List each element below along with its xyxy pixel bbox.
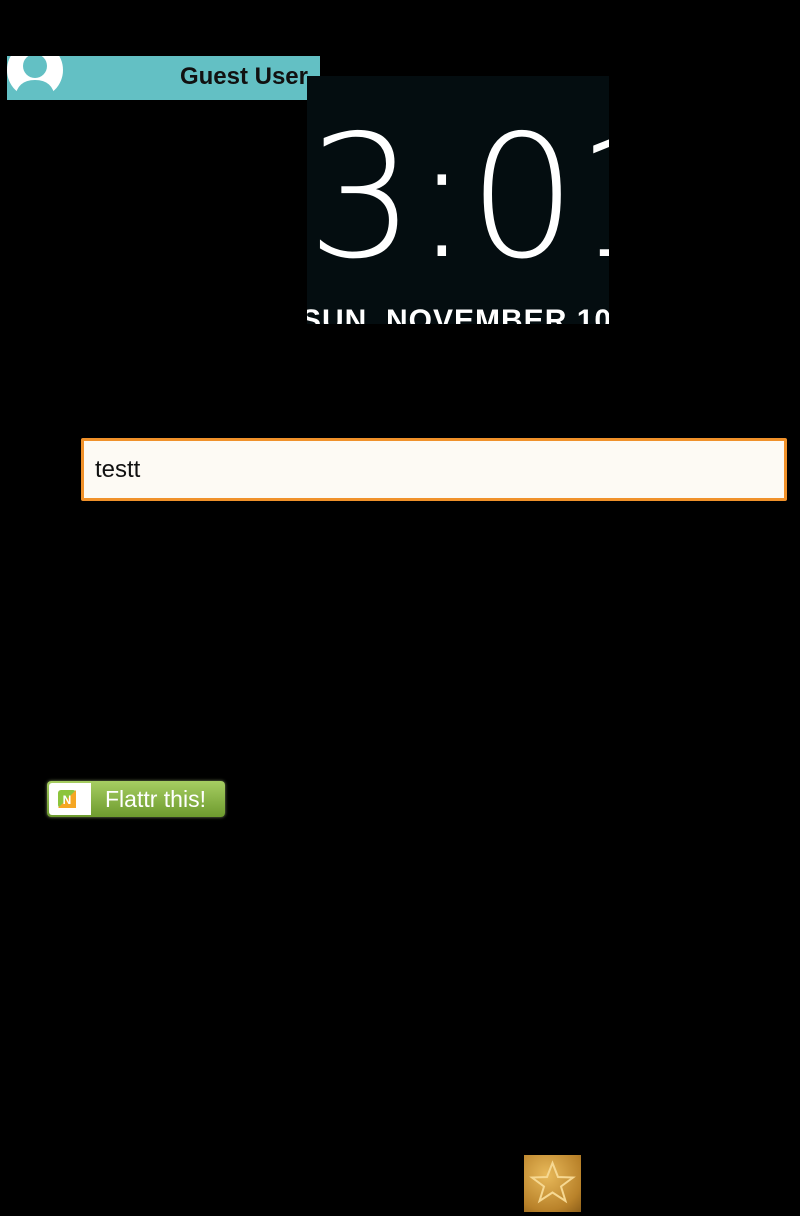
flattr-button[interactable]: N Flattr this! [47,781,225,817]
flattr-label: Flattr this! [105,786,206,812]
user-switcher[interactable]: Guest User [7,56,320,100]
svg-text:N: N [63,793,72,807]
star-icon[interactable] [524,1155,581,1212]
clock-time: 3:01 [307,99,609,297]
clock-widget[interactable]: 3:01 SUN, NOVEMBER 10 [307,76,609,324]
user-name: Guest User [179,63,308,90]
message-input[interactable] [84,441,784,498]
flattr-logo-icon: N [49,783,91,815]
lock-screen: Guest User 3:01 SUN, NOVEMBER 10 N Flatt… [0,0,800,1216]
clock-date: SUN, NOVEMBER 10 [307,304,609,324]
avatar-icon [7,56,63,98]
message-input-field[interactable] [81,438,787,501]
